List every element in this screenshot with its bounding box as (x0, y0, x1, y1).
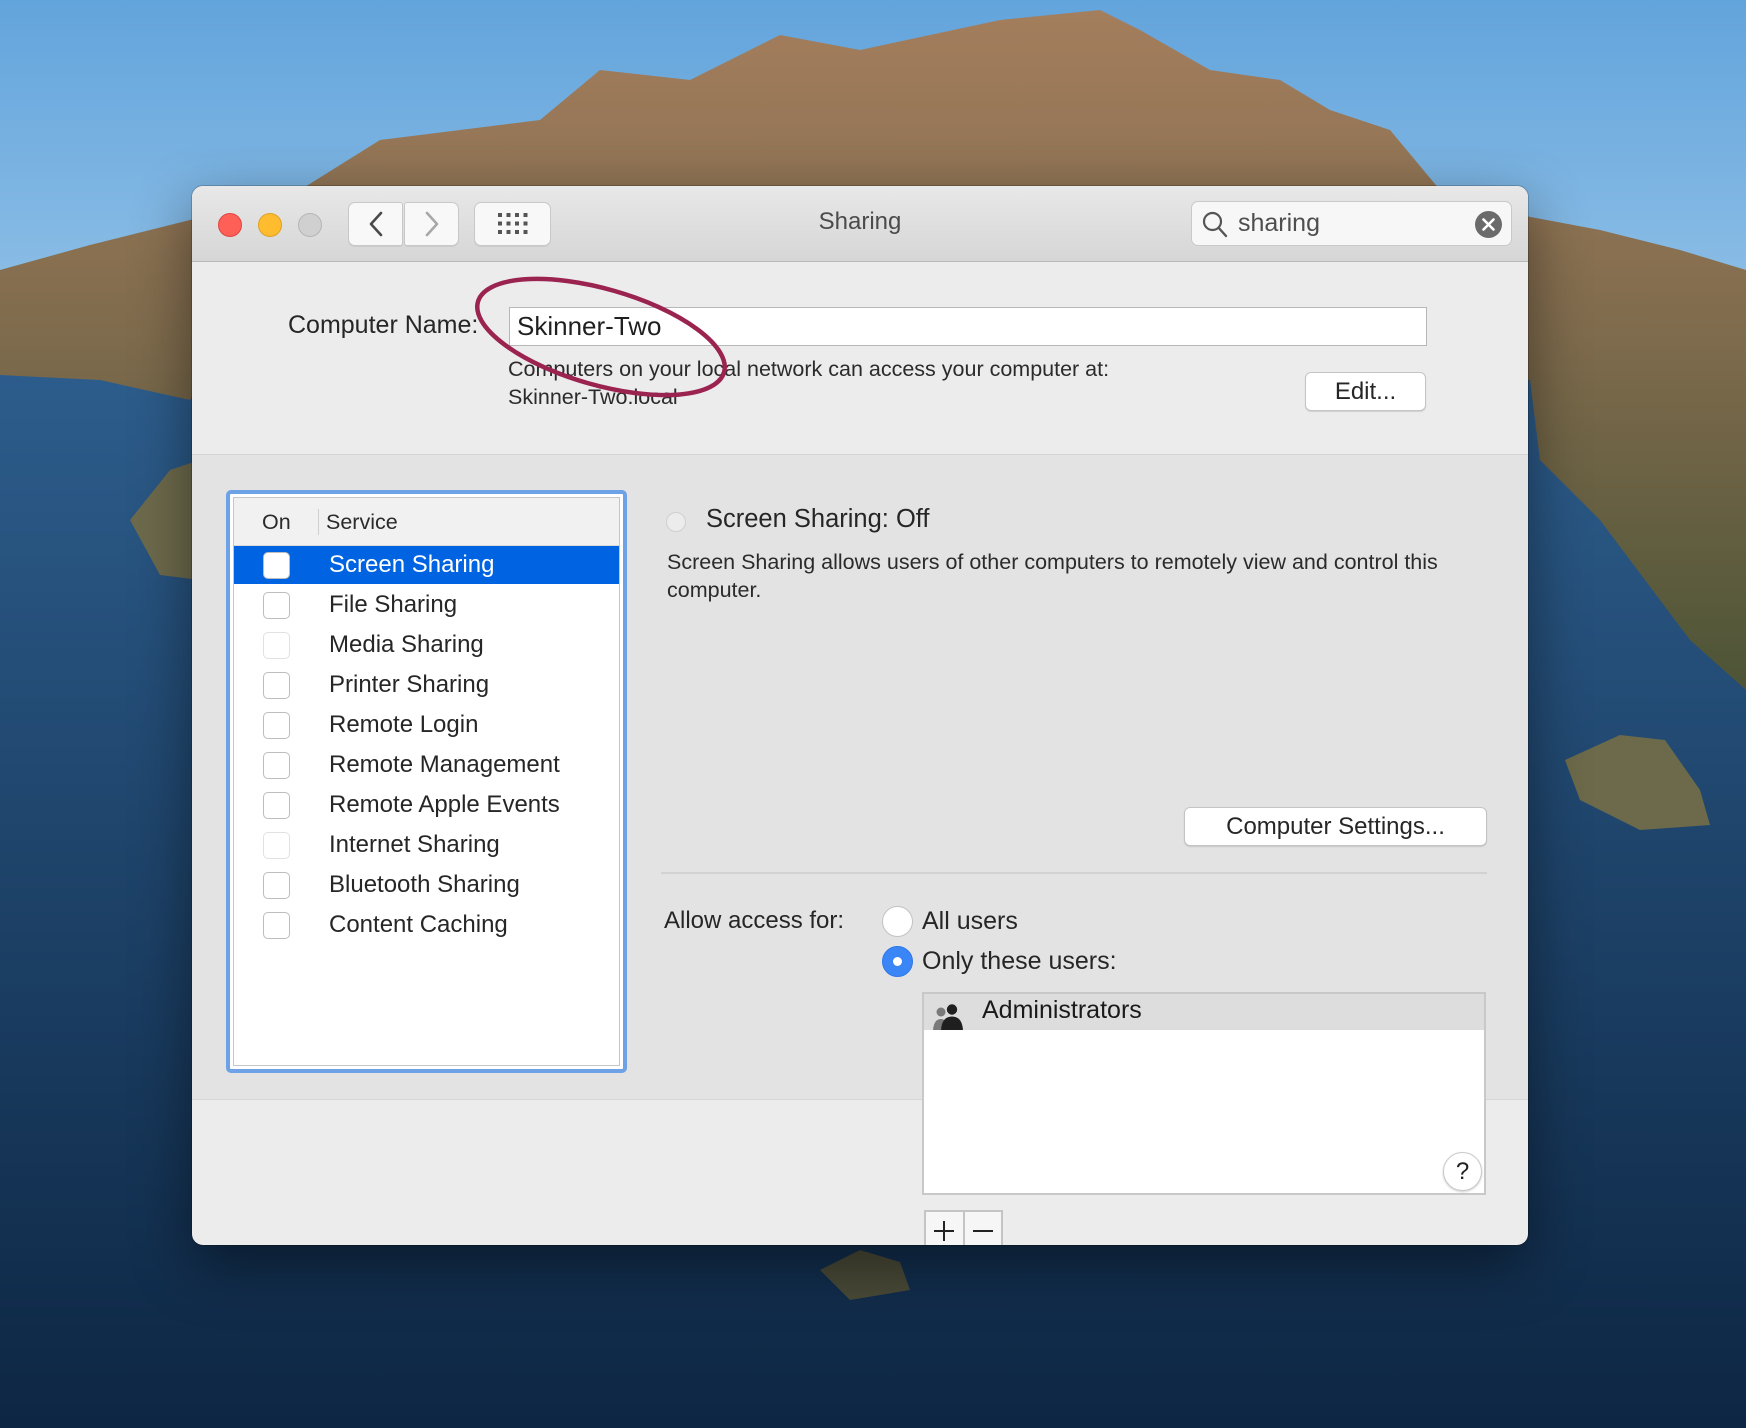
service-table: On Service Screen Sharing File Sharing Med… (233, 497, 620, 1066)
plus-icon (934, 1220, 955, 1241)
computer-name-label: Computer Name: (288, 311, 479, 339)
service-row[interactable]: Media Sharing (234, 626, 619, 664)
service-checkbox[interactable] (263, 792, 290, 819)
service-label: Printer Sharing (329, 671, 490, 698)
search-input[interactable]: sharing (1238, 209, 1320, 238)
service-label: Remote Management (329, 751, 560, 778)
service-description: Screen Sharing allows users of other com… (667, 550, 1438, 602)
column-header-on[interactable]: On (262, 510, 291, 535)
services-section: On Service Screen Sharing File Sharing Med… (192, 455, 1528, 1245)
add-user-button[interactable] (926, 1212, 963, 1245)
only-these-users-radio[interactable] (882, 946, 913, 977)
user-list-controls (924, 1210, 1003, 1245)
user-label: Administrators (982, 996, 1142, 1024)
service-row[interactable]: Bluetooth Sharing (234, 866, 619, 904)
service-label: Bluetooth Sharing (329, 871, 520, 898)
service-row[interactable]: Internet Sharing (234, 826, 619, 864)
allowed-users-list[interactable]: Administrators (922, 992, 1486, 1195)
service-row[interactable]: Remote Management (234, 746, 619, 784)
service-label: Internet Sharing (329, 831, 500, 858)
section-divider (661, 872, 1487, 874)
service-label: Screen Sharing (329, 551, 495, 578)
service-checkbox[interactable] (263, 872, 290, 899)
service-row[interactable]: Remote Login (234, 706, 619, 744)
user-row[interactable]: Administrators (924, 994, 1484, 1030)
service-row[interactable]: File Sharing (234, 586, 619, 624)
column-divider (318, 509, 319, 535)
service-list[interactable]: On Service Screen Sharing File Sharing Med… (226, 490, 627, 1073)
all-users-radio[interactable] (882, 906, 913, 937)
service-checkbox[interactable] (263, 552, 290, 579)
service-label: Media Sharing (329, 631, 484, 658)
service-row[interactable]: Content Caching (234, 906, 619, 944)
service-checkbox[interactable] (263, 752, 290, 779)
clear-search-button[interactable] (1475, 211, 1502, 238)
user-group-icon (933, 1004, 963, 1030)
search-icon (1202, 211, 1228, 238)
only-these-users-label[interactable]: Only these users: (922, 947, 1117, 976)
service-table-header: On Service (234, 498, 619, 546)
network-access-text: Computers on your local network can acce… (508, 357, 1110, 381)
title-bar: Sharing sharing (192, 186, 1528, 262)
service-row[interactable]: Printer Sharing (234, 666, 619, 704)
service-checkbox[interactable] (263, 712, 290, 739)
status-indicator-icon (666, 512, 686, 532)
help-button[interactable]: ? (1443, 1152, 1482, 1191)
search-field[interactable]: sharing (1191, 201, 1512, 246)
computer-name-section: Computer Name: Computers on your local n… (192, 262, 1528, 455)
service-label: Remote Apple Events (329, 791, 560, 818)
service-label: Remote Login (329, 711, 479, 738)
local-hostname: Skinner-Two.local (508, 385, 678, 409)
service-checkbox (263, 632, 290, 659)
service-label: File Sharing (329, 591, 458, 618)
service-row[interactable]: Remote Apple Events (234, 786, 619, 824)
column-header-service[interactable]: Service (326, 510, 398, 535)
edit-button[interactable]: Edit... (1305, 372, 1426, 411)
computer-name-field[interactable] (509, 307, 1427, 346)
sharing-window: Sharing sharing Computer Name: Computers… (192, 186, 1528, 1245)
service-row[interactable]: Screen Sharing (234, 546, 619, 584)
clear-icon (1482, 218, 1495, 231)
computer-settings-button[interactable]: Computer Settings... (1184, 807, 1487, 846)
computer-name-description: Computers on your local network can acce… (508, 355, 1109, 411)
service-checkbox[interactable] (263, 592, 290, 619)
minus-icon (972, 1229, 993, 1232)
allow-access-label: Allow access for: (664, 907, 845, 934)
service-checkbox (263, 832, 290, 859)
service-checkbox[interactable] (263, 672, 290, 699)
remove-user-button[interactable] (962, 1212, 1002, 1245)
service-label: Content Caching (329, 911, 508, 938)
all-users-label[interactable]: All users (922, 907, 1018, 936)
service-status-title: Screen Sharing: Off (706, 505, 930, 533)
service-checkbox[interactable] (263, 912, 290, 939)
